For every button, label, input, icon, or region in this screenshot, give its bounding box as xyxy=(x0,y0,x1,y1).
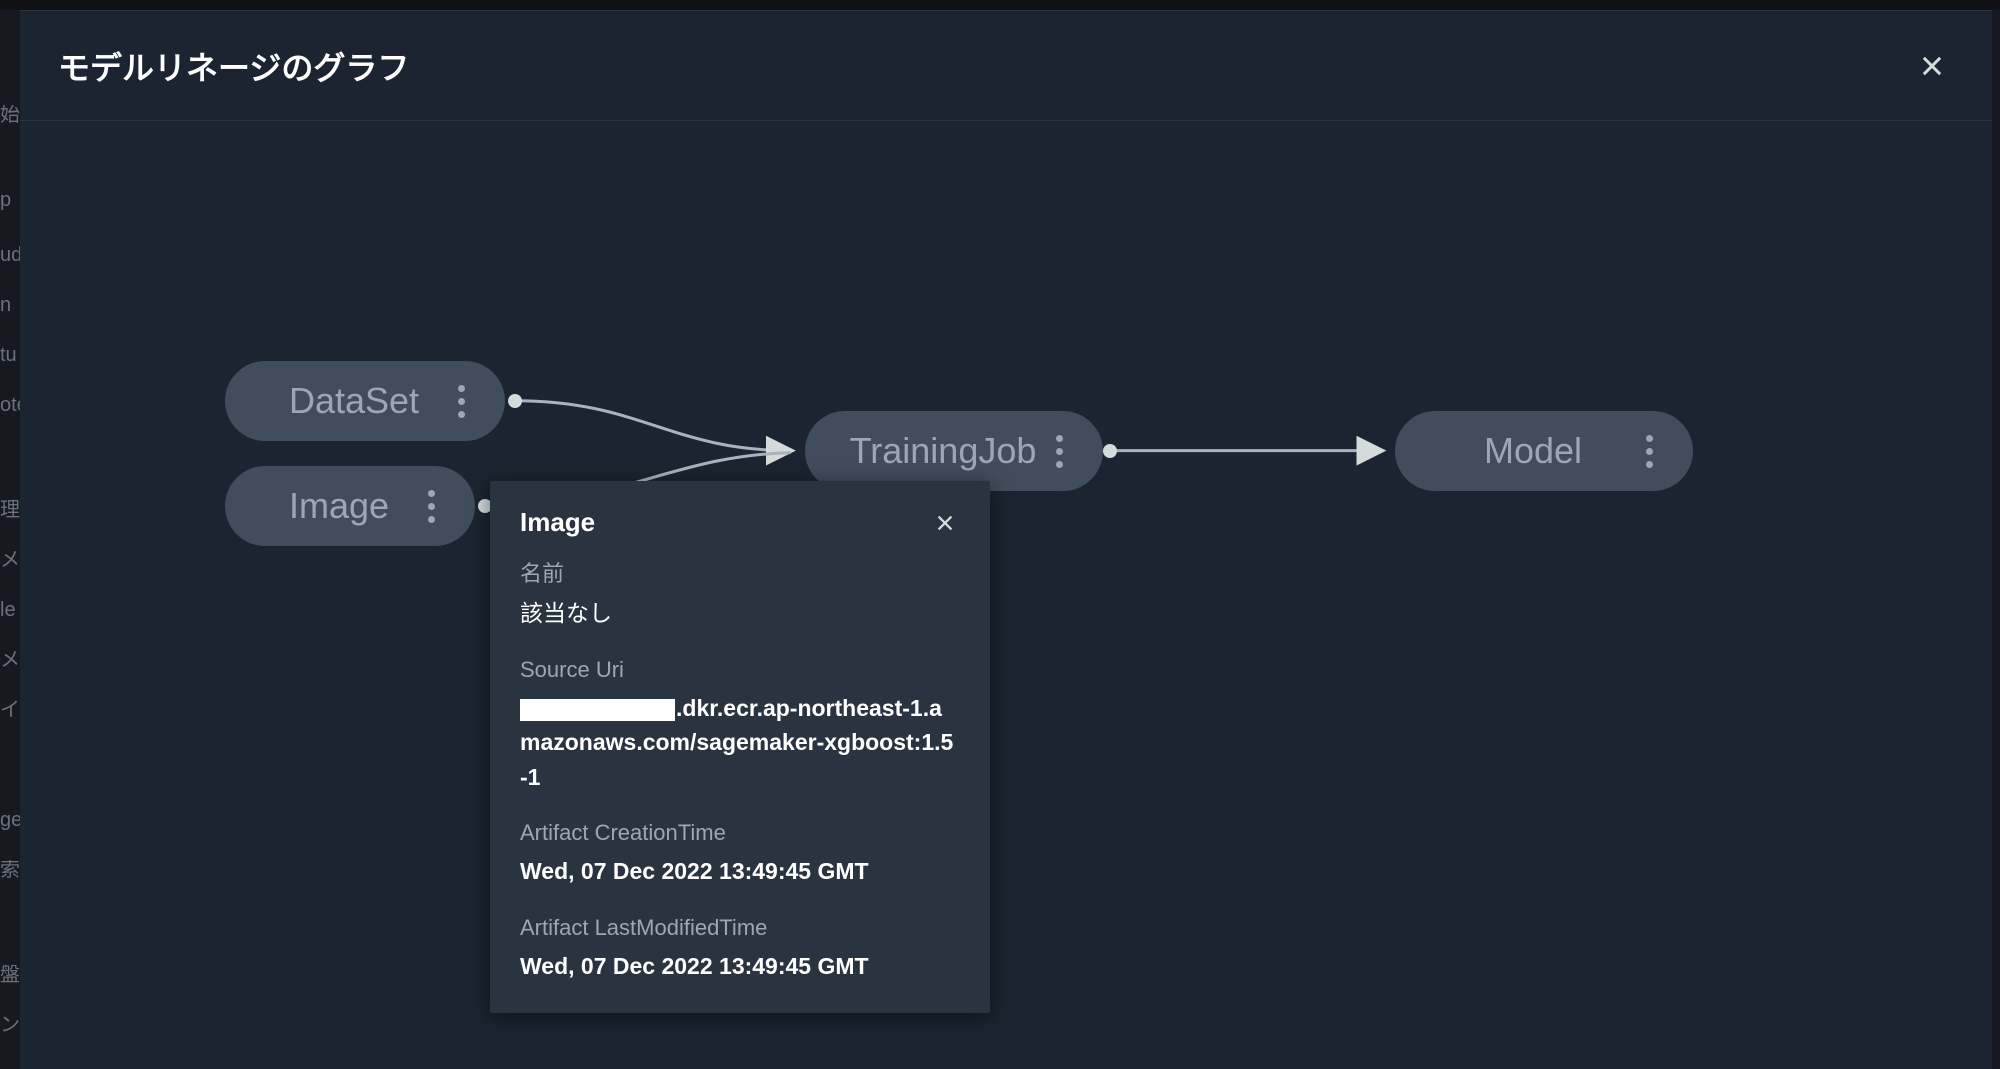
node-label: TrainingJob xyxy=(845,430,1041,472)
field-label-name: 名前 xyxy=(520,556,960,588)
node-menu-button[interactable] xyxy=(1631,426,1667,476)
panel-header: モデルリネージのグラフ xyxy=(20,11,1992,121)
node-trainingjob[interactable]: TrainingJob xyxy=(805,411,1103,491)
close-icon xyxy=(934,512,956,534)
field-value-modified-time: Wed, 07 Dec 2022 13:49:45 GMT xyxy=(520,949,960,984)
panel-close-button[interactable] xyxy=(1910,44,1954,88)
popover-title: Image xyxy=(520,507,595,538)
edges-layer xyxy=(20,121,1992,1069)
field-value-name: 該当なし xyxy=(520,596,960,631)
node-model[interactable]: Model xyxy=(1395,411,1693,491)
sidebar-fragment-column: 始 p ud n tu ote 理 メ le メ イ ge 索 盤 ン xyxy=(0,10,20,1069)
node-menu-button[interactable] xyxy=(413,481,449,531)
node-label: DataSet xyxy=(265,380,443,422)
lineage-canvas[interactable]: DataSet Image TrainingJob Model I xyxy=(20,121,1992,1069)
node-output-port[interactable] xyxy=(508,394,522,408)
node-label: Model xyxy=(1435,430,1631,472)
field-label-creation-time: Artifact CreationTime xyxy=(520,820,960,846)
popover-close-button[interactable] xyxy=(930,508,960,538)
edge-dataset-trainingjob xyxy=(516,401,791,451)
node-menu-button[interactable] xyxy=(1041,426,1077,476)
close-icon xyxy=(1918,52,1946,80)
top-strip xyxy=(0,0,2000,10)
field-label-modified-time: Artifact LastModifiedTime xyxy=(520,915,960,941)
node-image[interactable]: Image xyxy=(225,466,475,546)
panel-title: モデルリネージのグラフ xyxy=(58,43,409,89)
field-label-source-uri: Source Uri xyxy=(520,657,960,683)
field-value-source-uri: .dkr.ecr.ap-northeast-1.amazonaws.com/sa… xyxy=(520,691,960,795)
redacted-account-id xyxy=(520,699,675,721)
node-menu-button[interactable] xyxy=(443,376,479,426)
node-label: Image xyxy=(265,485,413,527)
node-output-port[interactable] xyxy=(1103,444,1117,458)
field-value-creation-time: Wed, 07 Dec 2022 13:49:45 GMT xyxy=(520,854,960,889)
lineage-panel: モデルリネージのグラフ DataSet xyxy=(20,10,1992,1069)
node-dataset[interactable]: DataSet xyxy=(225,361,505,441)
node-details-popover: Image 名前 該当なし Source Uri .dkr.ecr.ap-nor… xyxy=(490,481,990,1013)
